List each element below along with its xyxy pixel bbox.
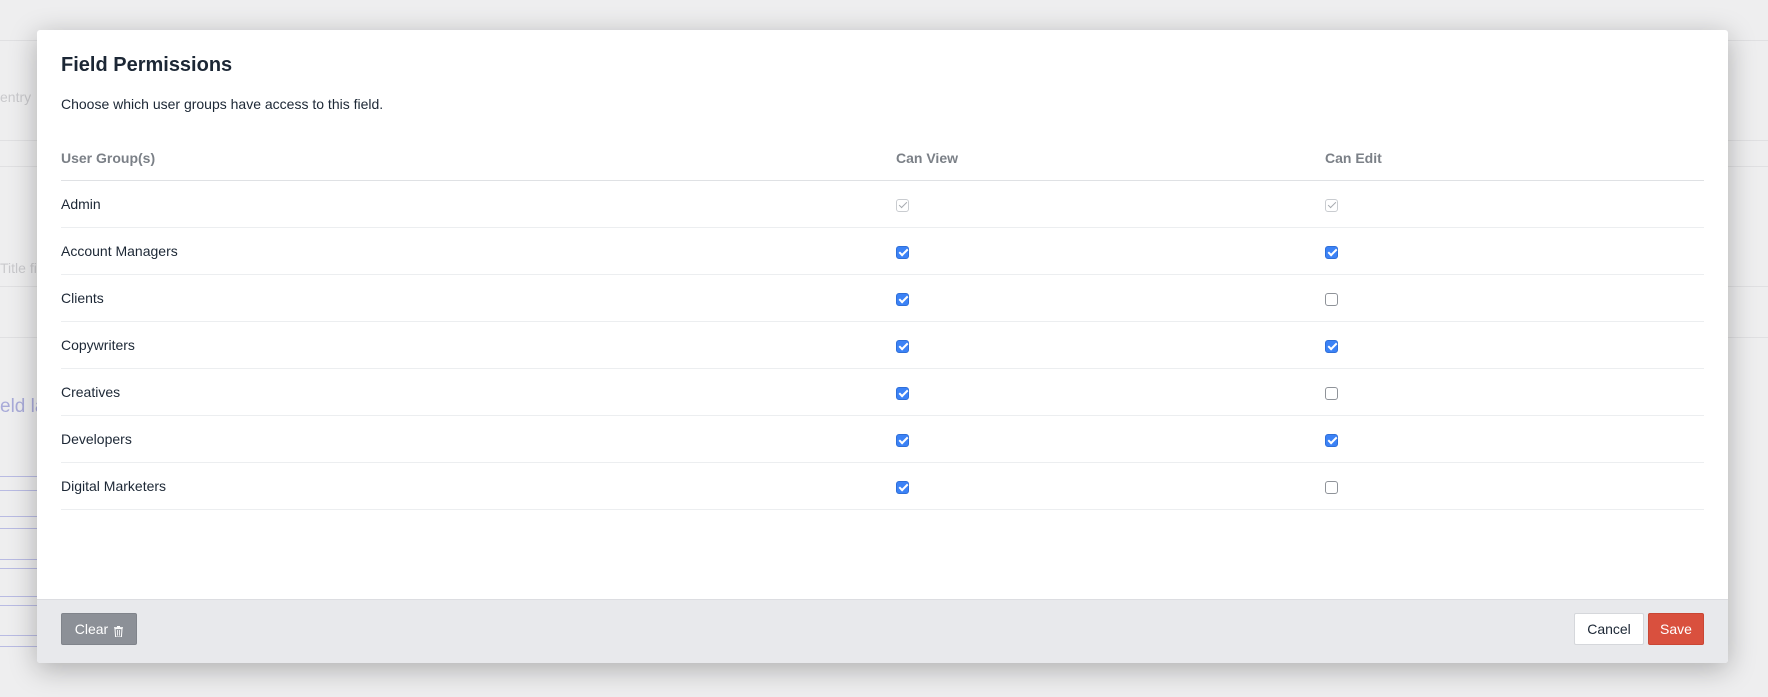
table-row: Clients xyxy=(61,274,1704,322)
clear-button[interactable]: Clear xyxy=(61,613,137,645)
can-edit-checkbox[interactable] xyxy=(1325,292,1338,306)
can-edit-cell xyxy=(1325,415,1704,463)
modal-description: Choose which user groups have access to … xyxy=(61,96,384,112)
user-group-name: Admin xyxy=(61,180,896,228)
can-view-cell xyxy=(896,227,1325,275)
background-text-entry: entry xyxy=(0,89,32,105)
column-header-can-view: Can View xyxy=(896,146,1325,181)
table-row: Account Managers xyxy=(61,227,1704,275)
clear-button-label: Clear xyxy=(74,621,109,637)
user-group-name: Copywriters xyxy=(61,321,896,369)
modal-footer: Clear Cancel Save xyxy=(37,599,1728,663)
modal-body: Field Permissions Choose which user grou… xyxy=(61,30,1704,600)
can-view-checkbox[interactable] xyxy=(896,292,909,306)
permissions-table: User Group(s) Can View Can Edit Admin Acc… xyxy=(61,146,1704,510)
can-view-checkbox xyxy=(896,198,909,212)
trash-icon xyxy=(114,625,124,637)
user-group-name: Account Managers xyxy=(61,227,896,275)
can-edit-cell xyxy=(1325,368,1704,416)
table-row: Creatives xyxy=(61,368,1704,416)
table-row: Copywriters xyxy=(61,321,1704,369)
can-edit-checkbox[interactable] xyxy=(1325,386,1338,400)
can-edit-checkbox[interactable] xyxy=(1325,339,1338,353)
can-view-cell xyxy=(896,415,1325,463)
can-edit-cell xyxy=(1325,462,1704,510)
table-row: Admin xyxy=(61,180,1704,228)
can-edit-checkbox[interactable] xyxy=(1325,480,1338,494)
background-rule xyxy=(0,568,37,569)
field-permissions-modal: Field Permissions Choose which user grou… xyxy=(37,30,1728,663)
can-edit-checkbox[interactable] xyxy=(1325,433,1338,447)
column-header-user-groups: User Group(s) xyxy=(61,146,896,181)
background-rule xyxy=(0,490,37,491)
background-text-title: Title fi xyxy=(0,260,37,276)
background-rule xyxy=(0,476,37,477)
can-edit-cell xyxy=(1325,274,1704,322)
user-group-name: Clients xyxy=(61,274,896,322)
background-rule xyxy=(0,646,37,647)
can-edit-cell xyxy=(1325,227,1704,275)
table-row: Developers xyxy=(61,415,1704,463)
background-rule xyxy=(0,528,37,529)
modal-title: Field Permissions xyxy=(61,54,233,76)
can-edit-checkbox xyxy=(1325,198,1338,212)
can-view-cell xyxy=(896,462,1325,510)
can-edit-cell xyxy=(1325,180,1704,228)
background-rule xyxy=(0,559,37,560)
user-group-name: Developers xyxy=(61,415,896,463)
can-view-checkbox[interactable] xyxy=(896,339,909,353)
can-view-cell xyxy=(896,180,1325,228)
background-rule xyxy=(0,596,37,597)
background-rule xyxy=(0,635,37,636)
background-rule xyxy=(0,516,37,517)
can-view-cell xyxy=(896,368,1325,416)
column-header-can-edit: Can Edit xyxy=(1325,146,1704,181)
can-view-cell xyxy=(896,274,1325,322)
table-row: Digital Marketers xyxy=(61,462,1704,510)
permissions-table-body: Admin Account Managers Clients Copywriters C… xyxy=(61,180,1704,510)
can-view-checkbox[interactable] xyxy=(896,245,909,259)
can-view-checkbox[interactable] xyxy=(896,480,909,494)
can-view-cell xyxy=(896,321,1325,369)
background-rule xyxy=(0,605,37,606)
user-group-name: Digital Marketers xyxy=(61,462,896,510)
can-view-checkbox[interactable] xyxy=(896,433,909,447)
can-edit-cell xyxy=(1325,321,1704,369)
user-group-name: Creatives xyxy=(61,368,896,416)
table-header-row: User Group(s) Can View Can Edit xyxy=(61,146,1704,181)
save-button[interactable]: Save xyxy=(1648,613,1704,645)
can-edit-checkbox[interactable] xyxy=(1325,245,1338,259)
can-view-checkbox[interactable] xyxy=(896,386,909,400)
cancel-button[interactable]: Cancel xyxy=(1574,613,1644,645)
